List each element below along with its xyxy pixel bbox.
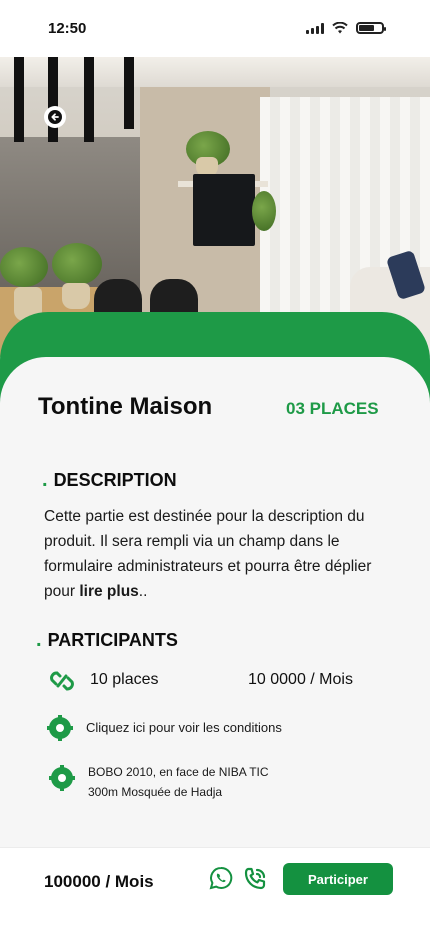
link-icon	[50, 671, 74, 691]
status-time: 12:50	[48, 20, 87, 37]
conditions-link[interactable]: Cliquez ici pour voir les conditions	[86, 720, 282, 735]
whatsapp-icon[interactable]	[209, 866, 233, 890]
description-text: Cette partie est destinée pour la descri…	[44, 504, 404, 604]
address: BOBO 2010, en face de NIBA TIC 300m Mosq…	[88, 762, 269, 802]
phone-call-icon[interactable]	[242, 866, 268, 892]
description-ellipsis: ..	[138, 583, 148, 600]
bullet-dot: .	[42, 469, 48, 491]
wifi-icon	[332, 22, 348, 34]
participants-price: 10 0000 / Mois	[248, 671, 353, 688]
info-icon	[47, 715, 73, 741]
participate-button[interactable]: Participer	[283, 863, 393, 895]
battery-icon	[356, 22, 386, 34]
location-icon	[49, 765, 75, 791]
places-badge: 03 PLACES	[286, 399, 379, 418]
address-line-1: BOBO 2010, en face de NIBA TIC	[88, 765, 269, 779]
description-heading-label: DESCRIPTION	[53, 470, 177, 490]
signal-icon	[306, 22, 324, 34]
total-price: 100000 / Mois	[44, 872, 154, 891]
address-line-2: 300m Mosquée de Hadja	[88, 785, 223, 799]
participants-heading: . PARTICIPANTS	[36, 629, 178, 652]
description-heading: . DESCRIPTION	[42, 469, 177, 492]
participants-places: 10 places	[90, 671, 159, 688]
status-bar: 12:50	[0, 0, 430, 57]
status-icons	[306, 22, 386, 34]
product-title: Tontine Maison	[38, 393, 213, 420]
participants-heading-label: PARTICIPANTS	[47, 630, 178, 650]
bullet-dot: .	[36, 629, 42, 651]
arrow-left-icon	[48, 110, 62, 124]
read-more-link[interactable]: lire plus	[79, 583, 138, 600]
back-button[interactable]	[44, 106, 66, 128]
